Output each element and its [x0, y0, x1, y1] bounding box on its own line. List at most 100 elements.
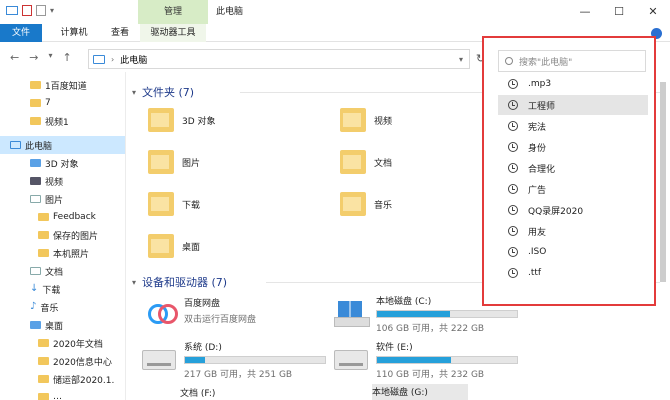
- sidebar-item-folder[interactable]: 本机照片: [0, 244, 125, 262]
- minimize-button[interactable]: —: [568, 0, 602, 24]
- address-input[interactable]: › 此电脑 ▾: [88, 49, 470, 69]
- title-bar: ▾ 管理 此电脑 — ☐ ✕: [0, 0, 670, 24]
- tab-file[interactable]: 文件: [0, 24, 42, 42]
- navigation-buttons: ← → ▾ ↑: [10, 51, 72, 64]
- folder-downloads[interactable]: 下载: [148, 192, 200, 216]
- 3d-objects-icon: [148, 108, 174, 132]
- window-controls: — ☐ ✕: [568, 0, 670, 24]
- folder-music[interactable]: 音乐: [340, 192, 392, 216]
- tab-view[interactable]: 查看: [102, 24, 138, 42]
- drive-f[interactable]: 文档 (F:): [180, 386, 215, 399]
- folder-icon: [38, 231, 49, 239]
- devices-section-header[interactable]: ▾ 设备和驱动器 (7): [132, 274, 227, 290]
- search-history-item[interactable]: 工程师: [498, 95, 648, 115]
- search-history-item[interactable]: 广告: [498, 179, 648, 199]
- baidu-netdisk-info: 百度网盘 双击运行百度网盘: [184, 299, 257, 325]
- folder-documents[interactable]: 文档: [340, 150, 392, 174]
- scrollbar-thumb[interactable]: [660, 82, 666, 282]
- sidebar-item-folder[interactable]: …: [0, 388, 125, 400]
- tab-computer[interactable]: 计算机: [52, 24, 96, 42]
- drive-usage-fill: [377, 311, 450, 317]
- vertical-scrollbar[interactable]: [658, 72, 668, 400]
- search-history-item[interactable]: 用友: [498, 221, 648, 241]
- sidebar-item-documents[interactable]: 文档: [0, 262, 125, 280]
- history-clock-icon: [508, 205, 518, 215]
- drive-d[interactable]: 系统 (D:) 217 GB 可用，共 251 GB: [142, 340, 326, 380]
- sidebar-item-downloads[interactable]: ↓ 下载: [0, 280, 125, 298]
- video-icon: [340, 108, 366, 132]
- download-icon: [148, 192, 174, 216]
- documents-icon: [340, 150, 366, 174]
- sidebar-item-folder[interactable]: Feedback: [0, 208, 125, 226]
- sidebar-item-pictures[interactable]: 图片: [0, 190, 125, 208]
- 3d-objects-icon: [30, 159, 41, 167]
- sidebar-item-folder[interactable]: 视频1: [0, 112, 125, 130]
- history-clock-icon: [508, 163, 518, 173]
- folder-icon: [30, 81, 41, 89]
- sidebar-item-folder[interactable]: 7: [0, 94, 125, 112]
- computer-icon: [10, 141, 21, 149]
- search-history-item[interactable]: 身份: [498, 137, 648, 157]
- history-clock-icon: [508, 121, 518, 131]
- search-history-panel: 搜索"此电脑" .mp3 工程师 宪法 身份 合理化 广告 QQ录屏2020 用…: [482, 36, 656, 306]
- hard-drive-icon: [334, 350, 368, 370]
- sidebar-item-folder[interactable]: 1百度知道: [0, 76, 125, 94]
- sidebar-item-this-pc[interactable]: 此电脑: [0, 136, 125, 154]
- navigation-pane: 1百度知道 7 视频1 此电脑 3D 对象 视频 图片 Feedback 保存的…: [0, 72, 126, 400]
- documents-icon: [30, 267, 41, 275]
- maximize-button[interactable]: ☐: [602, 0, 636, 24]
- sidebar-item-folder[interactable]: 保存的图片: [0, 226, 125, 244]
- drive-g[interactable]: 本地磁盘 (G:): [372, 384, 468, 400]
- forward-arrow-icon[interactable]: →: [29, 51, 38, 64]
- back-arrow-icon[interactable]: ←: [10, 51, 19, 64]
- drive-info: 系统 (D:) 217 GB 可用，共 251 GB: [184, 340, 326, 380]
- chevron-down-icon[interactable]: ▾: [132, 278, 136, 287]
- folder-desktop[interactable]: 桌面: [148, 234, 200, 258]
- search-history-item[interactable]: 合理化: [498, 158, 648, 178]
- sidebar-item-3d-objects[interactable]: 3D 对象: [0, 154, 125, 172]
- search-input[interactable]: 搜索"此电脑": [498, 50, 646, 72]
- search-history-item[interactable]: QQ录屏2020: [498, 200, 648, 220]
- close-button[interactable]: ✕: [636, 0, 670, 24]
- breadcrumb[interactable]: 此电脑: [120, 53, 147, 66]
- sidebar-item-folder[interactable]: 储运部2020.1.: [0, 370, 125, 388]
- computer-icon[interactable]: [6, 6, 18, 15]
- chevron-down-icon[interactable]: ▾: [459, 55, 463, 64]
- tab-drive-tools[interactable]: 驱动器工具: [140, 24, 206, 42]
- sidebar-item-desktop[interactable]: 桌面: [0, 316, 125, 334]
- folder-pictures[interactable]: 图片: [148, 150, 200, 174]
- download-icon: ↓: [30, 283, 39, 294]
- search-history-item[interactable]: 宪法: [498, 116, 648, 136]
- windows-drive-icon: [334, 301, 370, 327]
- recent-chevron-icon[interactable]: ▾: [48, 51, 52, 64]
- history-clock-icon: [508, 142, 518, 152]
- manage-tab[interactable]: 管理: [138, 0, 208, 24]
- drive-usage-bar: [376, 356, 518, 364]
- drive-usage-bar: [184, 356, 326, 364]
- sidebar-item-folder[interactable]: 2020年文档: [0, 334, 125, 352]
- chevron-down-icon[interactable]: ▾: [50, 6, 54, 15]
- new-folder-icon[interactable]: [36, 5, 46, 16]
- folder-videos[interactable]: 视频: [340, 108, 392, 132]
- history-clock-icon: [508, 100, 518, 110]
- history-clock-icon: [508, 268, 518, 278]
- quick-access-toolbar: ▾: [6, 5, 54, 16]
- search-history-item[interactable]: .mp3: [498, 74, 648, 94]
- sidebar-item-folder[interactable]: 2020信息中心: [0, 352, 125, 370]
- pictures-icon: [30, 195, 41, 203]
- sidebar-item-music[interactable]: ♪ 音乐: [0, 298, 125, 316]
- baidu-netdisk[interactable]: 百度网盘 双击运行百度网盘: [146, 296, 256, 325]
- search-history-item[interactable]: .ISO: [498, 242, 648, 262]
- up-arrow-icon[interactable]: ↑: [62, 51, 71, 64]
- folders-section-header[interactable]: ▾ 文件夹 (7): [132, 84, 194, 100]
- folder-icon: [38, 339, 49, 347]
- drive-e[interactable]: 软件 (E:) 110 GB 可用，共 232 GB: [334, 340, 518, 380]
- folder-3d-objects[interactable]: 3D 对象: [148, 108, 216, 132]
- desktop-icon: [30, 321, 41, 329]
- drive-usage-bar: [376, 310, 518, 318]
- chevron-down-icon[interactable]: ▾: [132, 88, 136, 97]
- folder-icon: [38, 213, 49, 221]
- properties-icon[interactable]: [22, 5, 32, 16]
- search-history-item[interactable]: .ttf: [498, 263, 648, 283]
- sidebar-item-videos[interactable]: 视频: [0, 172, 125, 190]
